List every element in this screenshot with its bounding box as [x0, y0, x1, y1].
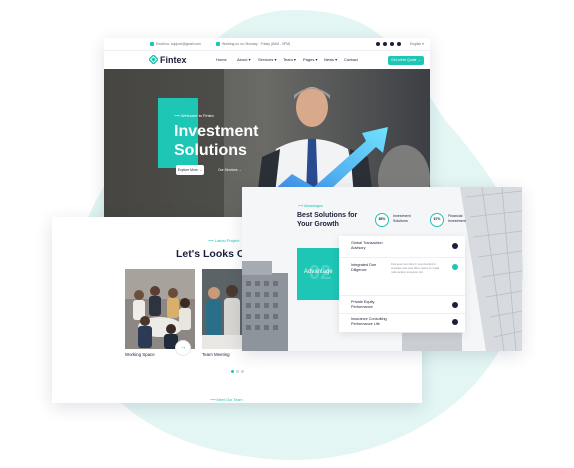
stat-label-financial: Financial Investment: [448, 214, 466, 224]
accordion-item-1-title: Global Transaction Advisory: [351, 241, 383, 251]
nav-news[interactable]: News ▾: [324, 57, 337, 62]
hero-title-line-1: Investment: [174, 123, 259, 140]
instagram-icon[interactable]: [397, 42, 401, 46]
advantage-eyebrow: ⟶ Advantages: [298, 204, 323, 208]
nav-news-label: News: [324, 57, 335, 62]
linkedin-icon[interactable]: [390, 42, 394, 46]
accordion-item-2-line-2: Diligence: [351, 268, 367, 272]
get-quote-label: Get a free Quote: [391, 58, 417, 62]
hero-title-line-2: Solutions: [174, 142, 247, 159]
advantage-accordion: Global Transaction Advisory Integrated D…: [339, 236, 465, 332]
our-services-label: Our Services: [218, 168, 238, 172]
our-services-link[interactable]: Our Services →: [218, 165, 242, 175]
twitter-icon[interactable]: [383, 42, 387, 46]
advantage-eyebrow-text: Advantages: [303, 204, 323, 208]
hero-eyebrow-text: Welcome to Fintex: [180, 113, 214, 118]
explore-more-label: Explore More: [177, 168, 198, 172]
accordion-item-1-line-2: Advisory: [351, 246, 366, 250]
hours-info: Working us on: Monday - Friday (8AM - 5P…: [216, 42, 291, 47]
projects-eyebrow: ⟶ Latest Project: [208, 238, 240, 243]
accordion-item-4[interactable]: Insurance Consulting Performance Life: [339, 314, 465, 332]
main-navbar: Fintex Home About ▾ Services ▾ Team ▾ Pa…: [104, 51, 430, 69]
nav-team-label: Team: [283, 57, 293, 62]
carousel-dot-2[interactable]: [236, 370, 239, 373]
accordion-item-2-title: Integrated Due Diligence: [351, 263, 376, 273]
nav-services[interactable]: Services ▾: [258, 57, 276, 62]
accordion-item-4-title: Insurance Consulting Performance Life: [351, 317, 387, 327]
stat-ring-financial: 67%: [430, 213, 444, 227]
hours-text: Working us on: Monday - Friday (8AM - 5P…: [222, 42, 291, 46]
brand-logo[interactable]: Fintex: [149, 55, 187, 65]
nav-contact[interactable]: Contact: [344, 57, 358, 62]
meeting-photo-2: [202, 269, 242, 349]
carousel-dot-3[interactable]: [241, 370, 244, 373]
accordion-toggle-1-icon[interactable]: [452, 243, 458, 249]
brand-name: Fintex: [160, 55, 187, 65]
explore-more-button[interactable]: Explore More →: [176, 165, 204, 175]
accordion-toggle-2-icon[interactable]: [452, 264, 458, 270]
advantage-preview-card: ⟶ Advantages Best Solutions for Your Gro…: [242, 187, 522, 351]
stat-label-investment-line-2: Solutions: [393, 219, 408, 223]
accordion-item-3[interactable]: Private Equity Performance: [339, 296, 465, 314]
project-image-team-meeting[interactable]: [202, 269, 242, 349]
facebook-icon[interactable]: [376, 42, 380, 46]
advantage-number-block: 02 Advantage: [297, 248, 343, 300]
projects-eyebrow-text: Latest Project: [214, 238, 240, 243]
nav-pages-label: Pages: [303, 57, 315, 62]
stat-label-investment: Investment Solutions: [393, 214, 411, 224]
language-select[interactable]: English ▾: [410, 42, 424, 46]
advantage-box-label: Advantage: [304, 269, 333, 275]
accordion-item-1[interactable]: Global Transaction Advisory: [339, 236, 465, 258]
meeting-photo-1: [125, 269, 195, 349]
email-info[interactable]: Email us: support@gmail.com: [150, 42, 202, 47]
nav-about-label: About: [237, 57, 248, 62]
get-quote-button[interactable]: Get a free Quote →: [388, 56, 424, 65]
accordion-toggle-4-icon[interactable]: [452, 319, 458, 325]
advantage-title: Best Solutions for Your Growth: [297, 211, 357, 229]
advantage-title-line-1: Best Solutions for: [297, 212, 358, 219]
project-image-working-space[interactable]: [125, 269, 195, 349]
nav-about[interactable]: About ▾: [237, 57, 251, 62]
next-arrow-icon: →: [179, 344, 187, 351]
mail-icon: [150, 42, 154, 47]
accordion-item-3-title: Private Equity Performance: [351, 300, 374, 310]
hero-title: Investment Solutions: [174, 122, 258, 160]
accordion-item-4-line-2: Performance Life: [351, 322, 380, 326]
project-label-working-space: Working Space: [125, 352, 155, 357]
nav-services-label: Services: [258, 57, 274, 62]
stat-label-financial-line-2: Investment: [448, 219, 466, 223]
language-label: English: [410, 42, 422, 46]
hero-eyebrow: ⟶ Welcome to Fintex: [174, 113, 214, 118]
email-text: Email us: support@gmail.com: [156, 42, 202, 46]
next-project-button[interactable]: →: [175, 340, 191, 356]
clock-icon: [216, 42, 220, 47]
accordion-toggle-3-icon[interactable]: [452, 302, 458, 308]
stat-ring-investment: 85%: [375, 213, 389, 227]
meet-our-team-text: Meet Our Team: [216, 398, 243, 402]
meet-our-team-link[interactable]: ⟶ Meet Our Team: [210, 397, 243, 402]
advantage-title-line-2: Your Growth: [297, 221, 339, 228]
accordion-item-3-line-2: Performance: [351, 305, 373, 309]
nav-home[interactable]: Home: [216, 57, 227, 62]
nav-pages[interactable]: Pages ▾: [303, 57, 317, 62]
logo-icon: [149, 55, 158, 64]
nav-team[interactable]: Team ▾: [283, 57, 296, 62]
top-info-bar: Email us: support@gmail.com Working us o…: [104, 38, 430, 51]
carousel-dot-1[interactable]: [231, 370, 234, 373]
project-label-team-meeting: Team Meeting: [202, 352, 230, 357]
accordion-item-2-body: Duis aute irure dolor in reprehenderit i…: [391, 263, 440, 274]
